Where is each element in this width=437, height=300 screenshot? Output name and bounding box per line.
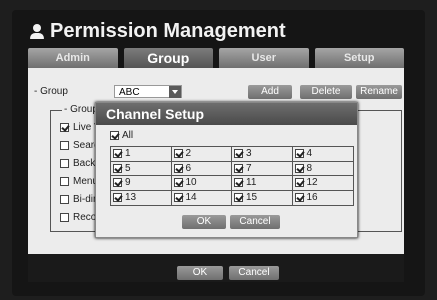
checkbox[interactable] [173,193,183,203]
channel-6[interactable]: 6 [171,161,232,176]
tab-group[interactable]: Group [123,48,213,68]
channel-label: 4 [306,148,313,160]
dialog-cancel-button[interactable]: Cancel [230,215,280,229]
checkbox[interactable] [60,195,69,204]
channel-label: 14 [185,192,197,204]
channel-10[interactable]: 10 [171,176,232,191]
group-label: - Group [34,86,68,97]
checkbox[interactable] [234,163,243,173]
channel-8[interactable]: 8 [292,162,353,176]
channel-label: 16 [306,192,318,204]
tab-setup[interactable]: Setup [314,48,404,68]
channel-label: 5 [125,162,131,174]
rename-button[interactable]: Rename [356,85,402,99]
checkbox[interactable] [294,193,304,203]
user-icon [30,23,44,41]
ok-button[interactable]: OK [177,266,223,280]
channel-label: 6 [185,162,192,174]
channel-5[interactable]: 5 [111,161,172,176]
channel-15[interactable]: 15 [232,190,293,205]
channel-13[interactable]: 13 [111,190,172,205]
channel-1[interactable]: 1 [111,147,172,162]
checkbox[interactable] [234,193,243,203]
channel-4[interactable]: 4 [292,147,353,162]
channel-9[interactable]: 9 [111,176,172,191]
channel-label: 13 [125,192,137,204]
channel-label: 9 [125,177,131,189]
group-select[interactable]: ABC [114,85,182,98]
channel-label: 7 [246,162,252,174]
checkbox[interactable] [60,123,69,132]
checkbox[interactable] [113,149,122,159]
checkbox[interactable] [60,213,69,222]
checkbox[interactable] [60,159,69,168]
dialog-ok-button[interactable]: OK [182,215,226,229]
channel-label: 2 [185,148,192,160]
checkbox[interactable] [294,149,304,159]
channel-label: 12 [306,177,318,189]
checkbox[interactable] [60,141,69,150]
checkbox[interactable] [113,193,122,203]
tab-admin[interactable]: Admin [28,48,118,68]
channel-16[interactable]: 16 [293,191,354,206]
checkbox[interactable] [173,178,183,188]
add-button[interactable]: Add [248,85,292,99]
checkbox[interactable] [173,149,183,159]
checkbox[interactable] [294,163,304,173]
checkbox[interactable] [173,163,183,173]
channel-label: 8 [306,162,313,174]
checkbox[interactable] [60,177,69,186]
chevron-down-icon[interactable] [169,86,181,98]
channel-label: 3 [246,148,252,160]
channel-label: 11 [246,177,257,189]
checkbox[interactable] [234,149,243,159]
channel-label: 10 [185,177,197,189]
channel-11[interactable]: 11 [232,176,293,191]
tab-user[interactable]: User [219,48,309,68]
channel-14[interactable]: 14 [172,190,232,205]
channel-label: 1 [125,148,131,160]
checkbox[interactable] [113,163,122,173]
all-channels-checkbox[interactable]: All [110,130,133,141]
page-title-text: Permission Management [50,20,286,42]
checkbox[interactable] [234,178,243,188]
delete-button[interactable]: Delete [300,85,352,99]
cancel-button[interactable]: Cancel [229,266,279,280]
perm-menu[interactable]: Menu [60,176,98,187]
channel-3[interactable]: 3 [232,147,293,162]
dialog-title: Channel Setup [96,103,357,125]
channel-setup-dialog: Channel Setup All 1 2 3 4 5 6 7 8 9 10 1… [95,102,358,238]
checkbox[interactable] [110,131,119,140]
channel-7[interactable]: 7 [232,161,293,176]
checkbox[interactable] [294,178,304,188]
channel-2[interactable]: 2 [171,147,232,162]
channel-12[interactable]: 12 [292,176,353,191]
all-label: All [122,130,134,141]
tab-bar: Admin Group User Setup [28,48,404,68]
checkbox[interactable] [113,178,122,188]
page-title: Permission Management [30,20,286,43]
group-select-value: ABC [119,87,140,98]
channel-grid: 1 2 3 4 5 6 7 8 9 10 11 12 13 14 15 16 [110,146,354,206]
channel-label: 15 [246,192,258,204]
